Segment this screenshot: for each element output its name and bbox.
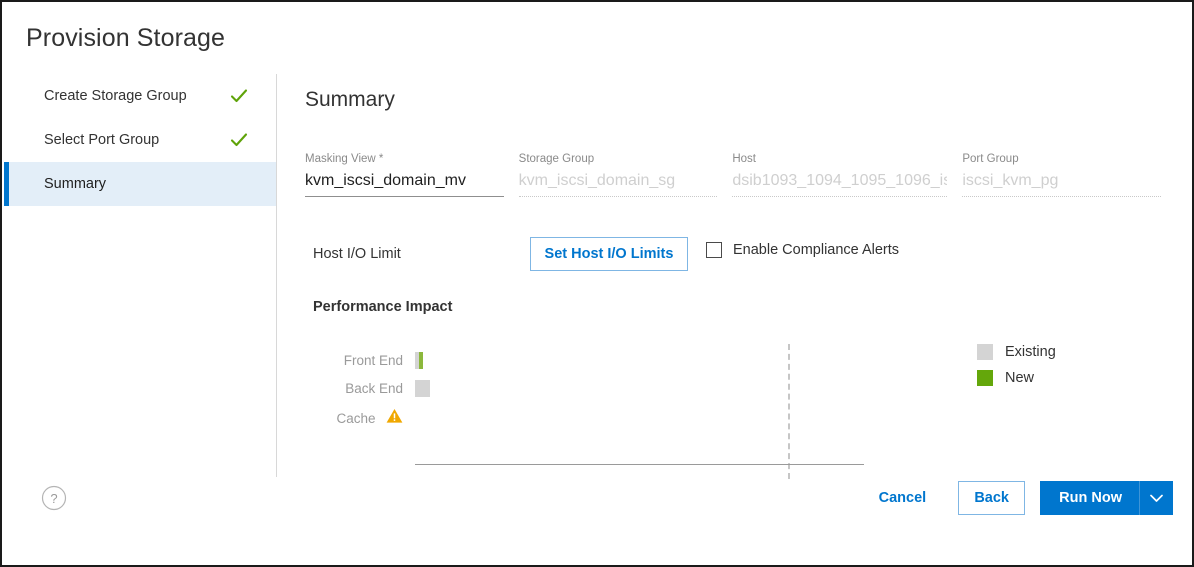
sidebar-item-label: Summary [44, 176, 107, 192]
field-label: Host [732, 153, 756, 165]
sidebar-item-select-port-group[interactable]: Select Port Group [4, 118, 276, 162]
sidebar-item-label: Select Port Group [44, 132, 160, 148]
chart-row-back-end: Back End [313, 380, 893, 404]
chart-category-label-wrap: Back End [313, 380, 403, 398]
svg-text:?: ? [50, 491, 57, 506]
host-io-limit-row: Host I/O Limit Set Host I/O Limits Enabl… [313, 237, 1176, 271]
host-io-limit-label: Host I/O Limit [313, 246, 401, 262]
masking-view-input[interactable]: kvm_iscsi_domain_mv [305, 172, 504, 197]
chart-bar-back-end [415, 380, 430, 397]
chart-category-label: Back End [345, 381, 403, 396]
chart-category-label-wrap: Cache [313, 408, 403, 429]
sidebar-item-label: Create Storage Group [44, 88, 187, 104]
bar-segment-new [419, 352, 423, 369]
run-now-button[interactable]: Run Now [1040, 481, 1139, 515]
performance-impact-chart: Front End Back End Cache [313, 344, 893, 479]
dialog-footer: ? Cancel Back Run Now [4, 473, 1190, 563]
help-icon[interactable]: ? [41, 485, 67, 516]
storage-group-value: kvm_iscsi_domain_sg [518, 172, 718, 197]
chart-category-label-wrap: Front End [313, 352, 403, 370]
legend-item-existing: Existing [977, 344, 1056, 360]
chart-row-cache: Cache [313, 408, 893, 432]
chart-axis-line [415, 464, 864, 465]
legend-swatch-icon [977, 344, 993, 360]
footer-actions: Cancel Back Run Now [869, 481, 1173, 515]
cancel-button[interactable]: Cancel [869, 490, 937, 506]
sidebar-item-create-storage-group[interactable]: Create Storage Group [4, 74, 276, 118]
port-group-value: iscsi_kvm_pg [962, 172, 1162, 197]
summary-fields: Masking View * kvm_iscsi_domain_mv Stora… [305, 153, 1176, 197]
warning-icon [386, 408, 403, 429]
enable-compliance-alerts-label: Enable Compliance Alerts [733, 242, 900, 258]
chart-category-label: Cache [336, 410, 376, 426]
enable-compliance-alerts-control[interactable]: Enable Compliance Alerts [706, 242, 899, 258]
back-button[interactable]: Back [958, 481, 1026, 515]
bar-segment-existing [415, 380, 430, 397]
summary-heading: Summary [305, 88, 395, 111]
host-value: dsib1093_1094_1095_1096_isc [732, 172, 948, 197]
legend-label: Existing [1005, 344, 1056, 360]
field-label: Masking View * [305, 153, 384, 165]
field-label: Port Group [962, 153, 1019, 165]
set-host-io-limits-button[interactable]: Set Host I/O Limits [530, 237, 688, 271]
enable-compliance-alerts-checkbox[interactable] [706, 242, 722, 258]
chevron-down-icon[interactable] [1139, 481, 1173, 515]
chart-legend: Existing New [977, 344, 1056, 396]
sidebar-item-summary[interactable]: Summary [4, 162, 276, 206]
check-icon [230, 131, 248, 149]
run-now-split-button: Run Now [1040, 481, 1173, 515]
legend-swatch-icon [977, 370, 993, 386]
field-label: Storage Group [518, 153, 595, 165]
field-host: Host dsib1093_1094_1095_1096_isc [732, 153, 948, 197]
chart-row-front-end: Front End [313, 352, 893, 376]
wizard-steps-sidebar: Create Storage Group Select Port Group S… [4, 74, 276, 477]
field-port-group: Port Group iscsi_kvm_pg [962, 153, 1162, 197]
chart-category-label: Front End [343, 353, 403, 368]
check-icon [230, 87, 248, 105]
provision-storage-dialog: Provision Storage Create Storage Group S… [0, 0, 1194, 567]
chart-bar-front-end [415, 352, 423, 369]
field-masking-view: Masking View * kvm_iscsi_domain_mv [305, 153, 504, 197]
legend-item-new: New [977, 370, 1056, 386]
page-title: Provision Storage [26, 24, 226, 52]
summary-panel: Summary Masking View * kvm_iscsi_domain_… [277, 74, 1190, 479]
field-storage-group: Storage Group kvm_iscsi_domain_sg [518, 153, 718, 197]
legend-label: New [1005, 370, 1035, 386]
performance-impact-heading: Performance Impact [313, 299, 453, 315]
